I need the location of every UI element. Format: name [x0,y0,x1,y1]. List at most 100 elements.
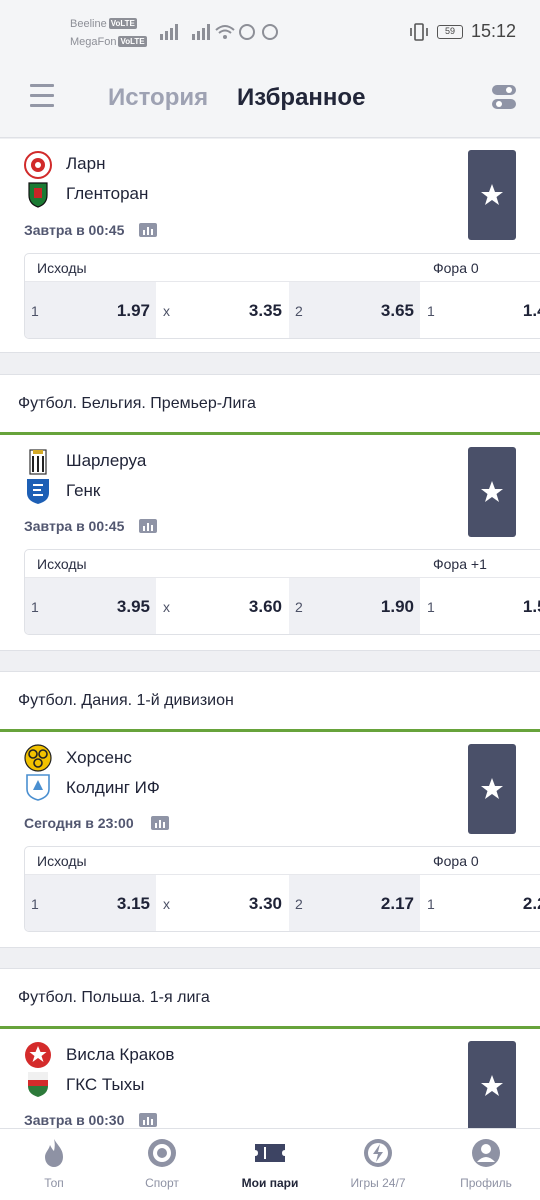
stats-icon[interactable] [151,816,169,830]
flame-icon [45,1139,63,1167]
match-time: Завтра в 00:45 [24,518,125,534]
nav-item-profile[interactable]: Профиль [432,1129,540,1200]
odds-header: Исходы Фора 0 [25,847,540,875]
volte-badge-1: VoLTE [108,18,137,29]
odd-value: 3.60 [248,597,282,616]
star-icon [481,778,503,799]
nav-label: Топ [44,1176,64,1190]
nav-item-my-bets[interactable]: Мои пари [216,1129,324,1200]
star-icon [481,1075,503,1096]
nav-item-games[interactable]: Игры 24/7 [324,1129,432,1200]
ticket-icon [255,1144,285,1162]
odd-cell[interactable]: 11.45 [421,282,540,338]
status-bar: Beeline VoLTE MegaFon VoLTE 59 15:12 [0,0,540,62]
odd-value: 3.30 [248,894,282,913]
odd-cell[interactable]: x 3.60 [157,578,288,634]
odd-cell[interactable]: 2 3.65 [289,282,420,338]
league-header[interactable]: Футбол. Дания. 1-й дивизион [0,671,540,732]
odds-panel: Исходы Фора 0 13.15 x3.30 22.17 12.25 [24,846,540,932]
stats-icon[interactable] [139,223,157,237]
star-icon [481,184,503,205]
odds-header: Исходы Фора +1 [25,550,540,578]
league-header[interactable]: Футбол. Польша. 1-я лига [0,968,540,1029]
league-title: Футбол. Бельгия. Премьер-Лига [18,395,256,412]
odd-label: 2 [295,896,303,912]
league-title: Футбол. Польша. 1-я лига [18,989,210,1006]
profile-icon [472,1139,500,1167]
odd-cell[interactable]: 2 1.90 [289,578,420,634]
hamburger-menu-icon[interactable] [30,84,54,110]
odd-value: 1.97 [116,301,150,320]
team-1-name: Висла Краков [66,1045,175,1064]
odd-cell[interactable]: x 3.30 [157,875,288,931]
league-header[interactable]: Футбол. Бельгия. Премьер-Лига [0,374,540,435]
team-2-name: Генк [66,481,101,500]
odd-label: 1 [427,303,435,319]
nav-item-top[interactable]: Топ [0,1129,108,1200]
team-2-name: ГКС Тыхы [66,1075,145,1094]
tab-favorites[interactable]: Избранное [237,84,365,112]
odd-value: 1.50 [522,597,540,616]
team-1-name: Ларн [66,154,106,173]
odd-label: x [163,599,170,615]
league-title: Футбол. Дания. 1-й дивизион [18,692,234,709]
odd-cell[interactable]: x 3.35 [157,282,288,338]
stats-icon[interactable] [139,1113,157,1127]
odd-cell[interactable]: 1 3.15 [25,875,156,931]
match-card: Висла Краков ГКС Тыхы Завтра в 00:30 [0,1029,540,1131]
status-right: 59 15:12 [409,21,516,42]
nav-item-sport[interactable]: Спорт [108,1129,216,1200]
match-card: Ларн Гленторан Завтра в 00:45 Исходы Фор… [0,139,540,353]
favorite-button[interactable] [468,1041,516,1131]
favorite-button[interactable] [468,150,516,240]
app-header: История Избранное [0,62,540,138]
match-time: Сегодня в 23:00 [24,815,134,831]
bottom-navigation: Топ Спорт Мои пари Игры 24/7 Профиль [0,1128,540,1200]
odd-label: 2 [295,599,303,615]
odd-value: 1.45 [522,301,540,320]
odd-cell[interactable]: 2 2.17 [289,875,420,931]
lightning-icon [364,1139,392,1167]
odd-cell[interactable]: 11.50 [421,578,540,634]
stats-icon[interactable] [139,519,157,533]
team-2-name: Гленторан [66,184,149,203]
settings-toggle-icon[interactable] [491,82,517,112]
odd-value: 2.17 [380,894,414,913]
outcomes-label: Исходы [37,556,87,572]
vibrate-icon [410,22,428,41]
team-logo-icon [24,744,52,772]
clock: 15:12 [470,21,516,41]
odd-label: 1 [427,896,435,912]
nav-label: Игры 24/7 [350,1176,406,1190]
odds-header: Исходы Фора 0 [25,254,540,282]
odds-panel: Исходы Фора 0 11.97 x3.35 23.65 11.45 [24,253,540,339]
team-logo-icon [28,182,48,208]
odd-cell[interactable]: 12.25 [421,875,540,931]
favorite-button[interactable] [468,744,516,834]
odd-label: 1 [427,599,435,615]
operator-1: Beeline [70,18,107,30]
odd-label: x [163,303,170,319]
signal-wifi-icons [160,24,278,40]
odd-label: 1 [31,303,39,319]
star-icon [481,481,503,502]
odd-label: 1 [31,599,39,615]
favorite-button[interactable] [468,447,516,537]
odd-label: 2 [295,303,303,319]
team-1-name: Хорсенс [66,748,132,767]
odd-cell[interactable]: 1 3.95 [25,578,156,634]
operator-2: MegaFon [70,36,117,48]
team-logo-icon [27,479,49,504]
odds-panel: Исходы Фора +1 13.95 x3.60 21.90 11.50 [24,549,540,635]
match-time: Завтра в 00:45 [24,222,125,238]
odd-label: x [163,896,170,912]
odd-cell[interactable]: 1 1.97 [25,282,156,338]
odd-value: 3.95 [116,597,150,616]
nav-label: Спорт [145,1176,179,1190]
team-logo-icon [24,151,52,179]
team-1-name: Шарлеруа [66,451,147,470]
nav-label: Профиль [460,1176,512,1190]
handicap-label: Фора +1 [433,556,487,572]
tab-history[interactable]: История [108,84,208,112]
team-logo-icon [25,1042,51,1068]
